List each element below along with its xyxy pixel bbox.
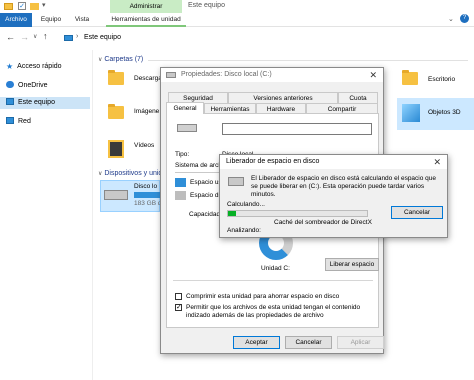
desktop-folder-icon[interactable]	[402, 70, 418, 85]
close-icon[interactable]: ✕	[369, 68, 377, 82]
close-icon[interactable]: ✕	[433, 155, 441, 169]
cube-3d-icon	[402, 104, 420, 122]
window-title: Este equipo	[188, 2, 225, 9]
used-space-swatch	[175, 178, 186, 187]
manage-context-tab[interactable]: Administrar	[110, 0, 182, 13]
chevron-down-icon: ∨	[98, 171, 103, 177]
separator	[173, 280, 373, 281]
tab-archivo[interactable]: Archivo	[0, 13, 32, 27]
free-space-swatch	[175, 191, 186, 200]
downloads-folder-icon[interactable]	[108, 70, 124, 85]
unit-label: Unidad C:	[261, 265, 290, 272]
quick-access-check-icon[interactable]: ✓	[18, 2, 26, 10]
back-icon[interactable]: ←	[6, 32, 15, 42]
folder-label-videos: Vídeos	[134, 142, 155, 149]
compress-checkbox[interactable]	[175, 293, 182, 300]
hard-drive-icon	[104, 190, 128, 200]
star-icon: ★	[6, 62, 14, 71]
explorer-icon	[4, 3, 13, 10]
drive-icon	[166, 72, 176, 78]
scanning-label: Analizando:	[227, 227, 261, 234]
disk-cleanup-dialog: Liberador de espacio en disco ✕ El Liber…	[219, 154, 448, 238]
sidebar-item-onedrive[interactable]: OneDrive	[6, 80, 48, 92]
sidebar-item-acceso-rapido[interactable]: ★ Acceso rápido	[6, 61, 62, 73]
network-icon	[6, 117, 14, 124]
apply-button[interactable]: Aplicar	[337, 336, 384, 349]
compress-label: Comprimir esta unidad para ahorrar espac…	[186, 293, 340, 300]
ok-button[interactable]: Aceptar	[233, 336, 280, 349]
tab-equipo[interactable]: Equipo	[36, 13, 66, 27]
sidebar-divider	[92, 50, 93, 380]
customize-toolbar-icon[interactable]: ▾	[42, 1, 46, 9]
tab-general[interactable]: General	[166, 102, 204, 114]
current-item: Caché del sombreador de DirectX	[274, 219, 372, 226]
chevron-down-icon: ∨	[98, 57, 103, 63]
cleanup-title-bar: Liberador de espacio en disco ✕	[220, 155, 447, 169]
sidebar-item-label: Red	[18, 118, 31, 125]
hard-drive-icon	[177, 124, 197, 132]
sidebar-item-este-equipo[interactable]: Este equipo	[0, 97, 90, 109]
cleanup-broom-icon	[228, 177, 244, 186]
sidebar-item-label: Este equipo	[18, 99, 55, 106]
cleanup-title: Liberador de espacio en disco	[226, 158, 320, 165]
breadcrumb-separator-icon: ›	[76, 33, 79, 40]
cleanup-message: El Liberador de espacio en disco está ca…	[251, 175, 437, 198]
folders-section-header[interactable]: ∨ Carpetas (7)	[98, 56, 143, 63]
navigation-bar: ← → ∨ ↑ › Este equipo	[0, 30, 474, 48]
drive-free-space: 183 GB d	[134, 200, 162, 207]
manage-context-label: Administrar	[129, 3, 163, 10]
folder-label-descargas: Descarga	[134, 75, 162, 82]
tab-herramientas-unidad[interactable]: Herramientas de unidad	[106, 13, 186, 27]
videos-folder-icon[interactable]	[108, 140, 124, 158]
properties-title: Propiedades: Disco local (C:)	[181, 71, 272, 78]
folder-label-escritorio: Escritorio	[428, 76, 456, 83]
calculating-label: Calculando...	[227, 201, 265, 208]
computer-icon	[6, 98, 14, 105]
computer-icon	[64, 35, 73, 41]
sidebar-item-red[interactable]: Red	[6, 116, 31, 128]
drive-usage-bar	[134, 192, 160, 198]
cleanup-cancel-button[interactable]: Cancelar	[391, 206, 443, 219]
up-icon[interactable]: ↑	[43, 31, 48, 41]
recent-dropdown-icon[interactable]: ∨	[33, 33, 37, 40]
index-checkbox[interactable]: ✓	[175, 304, 182, 311]
sidebar-item-label: Acceso rápido	[17, 63, 62, 70]
tab-cuota[interactable]: Cuota	[338, 92, 378, 103]
folders-header: Carpetas (7)	[104, 56, 144, 63]
drive-label-input[interactable]	[222, 123, 372, 135]
tab-vista[interactable]: Vista	[70, 13, 94, 27]
progress-bar	[227, 210, 368, 217]
folder-label-objetos-3d: Objetos 3D	[428, 109, 461, 116]
tab-versiones-anteriores[interactable]: Versiones anteriores	[228, 92, 338, 103]
ribbon-expand-icon[interactable]: ⌄	[448, 15, 454, 23]
title-bar: ✓ ▾ Este equipo	[0, 0, 474, 13]
forward-icon[interactable]: →	[20, 32, 29, 42]
progress-fill	[228, 211, 237, 216]
address-text: Este equipo	[84, 34, 121, 41]
help-icon[interactable]: ?	[460, 14, 469, 23]
disk-cleanup-button[interactable]: Liberar espacio	[325, 258, 379, 271]
sidebar-item-label: OneDrive	[18, 82, 48, 89]
new-folder-icon[interactable]	[30, 3, 39, 10]
type-label: Tipo:	[175, 151, 190, 158]
devices-header: Dispositivos y unid	[104, 170, 163, 177]
capacity-label: Capacidad:	[189, 211, 222, 218]
address-bar[interactable]: › Este equipo	[58, 30, 474, 47]
images-folder-icon[interactable]	[108, 104, 124, 119]
cloud-icon	[6, 81, 14, 88]
cancel-button[interactable]: Cancelar	[285, 336, 332, 349]
ribbon-tabs: Archivo Equipo Vista Herramientas de uni…	[0, 13, 474, 27]
folder-label-imagenes: Imágene	[134, 108, 160, 115]
index-label: Permitir que los archivos de esta unidad…	[186, 304, 361, 319]
properties-title-bar: Propiedades: Disco local (C:) ✕	[161, 68, 383, 82]
sidebar: ★ Acceso rápido OneDrive Este equipo Red	[0, 55, 92, 380]
devices-section-header[interactable]: ∨ Dispositivos y unid	[98, 170, 162, 177]
folders-section-rule	[148, 60, 468, 61]
drive-name: Disco lo	[134, 183, 158, 190]
